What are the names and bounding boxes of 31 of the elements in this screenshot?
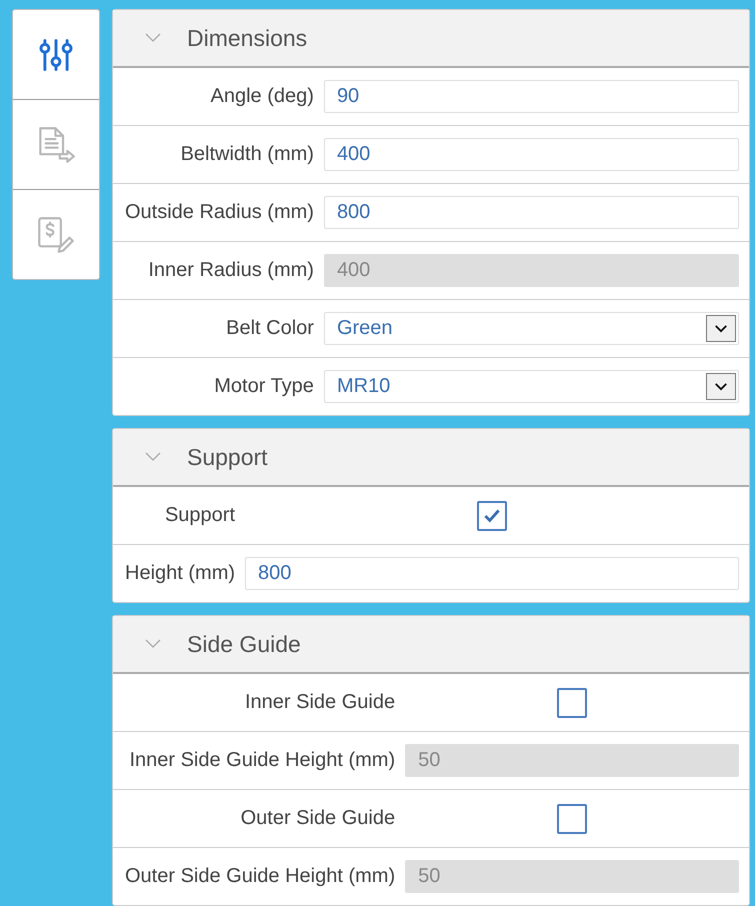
field-label: Outside Radius (mm) (113, 183, 324, 241)
checkbox[interactable] (477, 500, 507, 530)
dropdown[interactable]: MR10 (324, 370, 739, 403)
checkbox[interactable] (557, 804, 588, 834)
input-field: 50 (405, 860, 739, 893)
field-label: Belt Color (113, 299, 324, 357)
section-title: Support (187, 444, 268, 470)
field-label: Inner Side Guide Height (mm) (113, 731, 406, 789)
section-title: Side Guide (187, 630, 301, 658)
section-title: Dimensions (187, 24, 308, 52)
input-field: 400 (324, 254, 739, 287)
field-label: Beltwidth (mm) (113, 125, 324, 183)
field-label: Motor Type (113, 357, 324, 415)
field-label: Support (164, 503, 236, 528)
field-label: Outer Side Guide Height (mm) (113, 847, 406, 905)
input-field: 50 (405, 744, 739, 777)
dollar-document-pencil-icon (36, 214, 76, 254)
section-header[interactable]: Support (113, 429, 749, 487)
input-field[interactable]: 90 (324, 80, 739, 113)
field-label: Inner Side Guide (244, 690, 396, 715)
input-field[interactable]: 400 (324, 138, 739, 171)
field-label: Inner Radius (mm) (113, 241, 324, 299)
input-field[interactable]: 800 (324, 196, 739, 229)
dropdown[interactable]: Green (324, 312, 739, 345)
checkbox[interactable] (557, 688, 588, 718)
section-header[interactable]: Dimensions (113, 10, 749, 68)
section-header[interactable]: Side Guide (113, 616, 749, 674)
document-arrow-icon (36, 124, 76, 164)
field-label: Outer Side Guide (113, 789, 406, 847)
field-label: Angle (deg) (210, 84, 315, 109)
input-field[interactable]: 800 (245, 557, 739, 590)
